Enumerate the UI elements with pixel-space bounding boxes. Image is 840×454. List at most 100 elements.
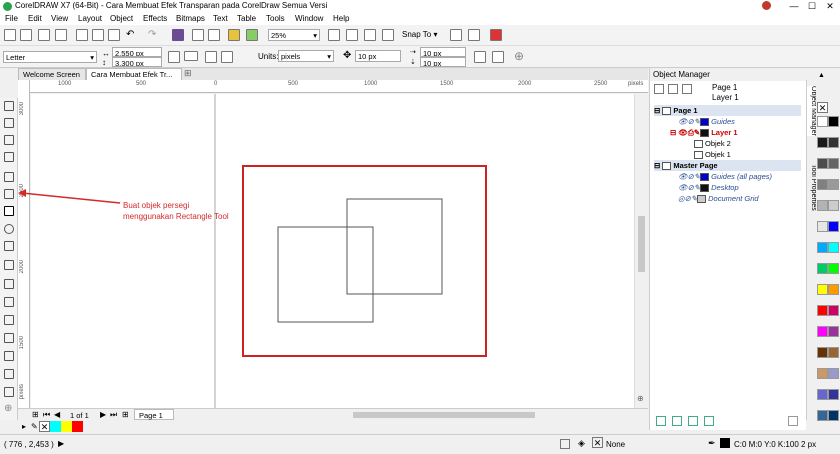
ellipse-tool-icon[interactable] (4, 224, 14, 234)
nudge-distance-field[interactable]: 10 px (355, 50, 401, 62)
palette-swatch[interactable] (817, 347, 828, 358)
palette-swatch[interactable] (828, 326, 839, 337)
user-icon[interactable] (762, 1, 771, 10)
red-swatch[interactable] (72, 421, 83, 432)
new-master-layer-even-icon[interactable] (688, 416, 698, 426)
rectangle-tool-icon[interactable] (4, 206, 14, 216)
export-icon[interactable] (208, 29, 220, 41)
transparency-tool-icon[interactable] (4, 333, 14, 343)
menu-layout[interactable]: Layout (78, 14, 102, 23)
palette-swatch[interactable] (828, 284, 839, 295)
palette-swatch[interactable] (817, 200, 828, 211)
menu-help[interactable]: Help (333, 14, 349, 23)
object-rectangle-objek-2[interactable] (346, 198, 443, 295)
add-tool-icon[interactable]: ⊕ (4, 403, 12, 414)
connector-tool-icon[interactable] (4, 297, 14, 307)
palette-flyout-icon[interactable]: ▲ (818, 72, 825, 79)
show-grid-icon[interactable] (364, 29, 376, 41)
make-current-page-default-icon[interactable] (474, 51, 486, 63)
palette-swatch[interactable] (817, 284, 828, 295)
palette-swatch[interactable] (817, 158, 828, 169)
palette-swatch[interactable] (828, 263, 839, 274)
cyan-swatch[interactable] (50, 421, 61, 432)
no-fill-swatch[interactable]: ✕ (817, 102, 828, 113)
collapse-icon[interactable]: ⊟ (670, 128, 676, 137)
tab-document[interactable]: Cara Membuat Efek Tr... (86, 68, 182, 80)
yellow-swatch[interactable] (61, 421, 72, 432)
palette-swatch[interactable] (817, 305, 828, 316)
landscape-icon[interactable] (184, 51, 198, 61)
layer-manager-view-icon[interactable] (682, 84, 692, 94)
quick-customize-icon[interactable] (450, 29, 462, 41)
palette-swatch[interactable] (828, 137, 839, 148)
new-document-icon[interactable] (4, 29, 16, 41)
minimize-button[interactable]: — (784, 0, 804, 12)
document-color-settings-icon[interactable] (560, 439, 570, 449)
artistic-media-tool-icon[interactable] (4, 189, 14, 199)
palette-swatch[interactable] (828, 116, 839, 127)
outline-pen-icon[interactable]: ✒ (708, 438, 716, 449)
tree-document-grid[interactable]: ◎⊘✎ Document Grid (678, 193, 759, 204)
palette-swatch[interactable] (828, 158, 839, 169)
palette-swatch[interactable] (817, 137, 828, 148)
import-icon[interactable] (192, 29, 204, 41)
shape-tool-icon[interactable] (4, 118, 14, 128)
page-size-select[interactable]: Letter ▾ (3, 51, 97, 63)
palette-swatch[interactable] (817, 242, 828, 253)
object-rectangle-objek-1[interactable] (277, 226, 374, 323)
drawing-canvas[interactable]: Buat objek persegi menggunakan Rectangle… (31, 94, 634, 408)
menu-edit[interactable]: Edit (28, 14, 42, 23)
close-button[interactable]: ✕ (820, 0, 840, 12)
tab-welcome-screen[interactable]: Welcome Screen (18, 68, 86, 80)
palette-swatch[interactable] (817, 410, 828, 421)
palette-swatch[interactable] (817, 221, 828, 232)
show-rulers-icon[interactable] (346, 29, 358, 41)
eye-icon[interactable]: 👁 (678, 172, 688, 181)
crop-tool-icon[interactable] (4, 135, 14, 145)
eye-icon[interactable]: 👁 (678, 128, 688, 137)
copy-icon[interactable] (92, 29, 104, 41)
new-master-layer-odd-icon[interactable] (704, 416, 714, 426)
eyedropper-icon[interactable]: ✎ (31, 422, 38, 431)
tree-layer-1[interactable]: ⊟ 👁⎙✎ Layer 1 (670, 127, 738, 138)
eye-icon[interactable]: 👁 (678, 183, 688, 192)
vertical-scroll-thumb[interactable] (638, 216, 645, 272)
redo-icon[interactable]: ↷ (148, 29, 156, 40)
palette-swatch[interactable] (828, 242, 839, 253)
text-tool-icon[interactable] (4, 260, 14, 270)
no-color-swatch[interactable]: ✕ (39, 421, 50, 432)
add-icon[interactable]: ⊕ (514, 49, 524, 63)
tree-page-1[interactable]: ⊟ Page 1 (654, 105, 801, 116)
horizontal-ruler[interactable]: 1000 500 0 500 1000 1500 2000 2500 pixel… (30, 80, 648, 93)
full-screen-preview-icon[interactable] (328, 29, 340, 41)
zoom-tool-icon[interactable] (4, 152, 14, 162)
tree-guides-all-pages[interactable]: 👁⊘✎ Guides (all pages) (678, 171, 772, 182)
parallel-dimension-tool-icon[interactable] (4, 279, 14, 289)
fill-icon[interactable]: ◈ (578, 438, 585, 449)
menu-text[interactable]: Text (213, 14, 228, 23)
menu-object[interactable]: Object (110, 14, 133, 23)
paste-icon[interactable] (108, 29, 120, 41)
page-width-field[interactable]: 2,550 px (112, 47, 162, 57)
zoom-navigator-icon[interactable]: ⊕ (637, 394, 644, 403)
undo-icon[interactable]: ↶ (126, 29, 134, 40)
menu-bitmaps[interactable]: Bitmaps (176, 14, 205, 23)
palette-swatch[interactable] (817, 368, 828, 379)
show-guidelines-icon[interactable] (382, 29, 394, 41)
new-master-layer-icon[interactable] (672, 416, 682, 426)
palette-swatch[interactable] (817, 389, 828, 400)
menu-effects[interactable]: Effects (143, 14, 167, 23)
first-page-icon[interactable]: ⏮ (43, 410, 50, 420)
palette-swatch[interactable] (817, 263, 828, 274)
application-launcher-icon[interactable] (246, 29, 258, 41)
options-icon[interactable] (468, 29, 480, 41)
palette-swatch[interactable] (828, 389, 839, 400)
units-select[interactable]: pixels ▾ (278, 50, 334, 62)
open-icon[interactable] (20, 29, 32, 41)
collapse-icon[interactable]: ⊟ (654, 161, 660, 170)
palette-swatch[interactable] (817, 116, 828, 127)
polygon-tool-icon[interactable] (4, 241, 14, 251)
snap-to-dropdown[interactable]: Snap To ▾ (402, 30, 437, 39)
color-eyedropper-tool-icon[interactable] (4, 351, 14, 361)
menu-window[interactable]: Window (295, 14, 323, 23)
